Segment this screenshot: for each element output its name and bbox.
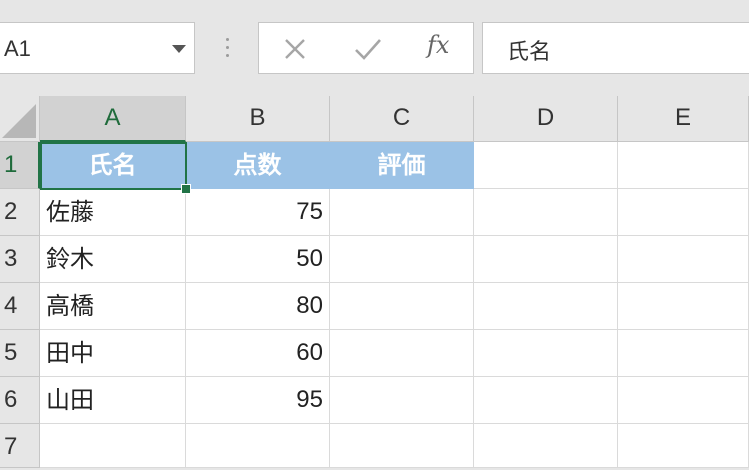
chevron-down-icon[interactable] [172, 45, 186, 53]
cell-a4[interactable]: 高橋 [40, 283, 186, 330]
row-header-6[interactable]: 6 [0, 377, 40, 424]
cancel-icon[interactable] [281, 35, 309, 63]
cell-a5[interactable]: 田中 [40, 330, 186, 377]
cell-c3[interactable] [330, 236, 474, 283]
column-header-c[interactable]: C [330, 96, 474, 142]
row-header-7[interactable]: 7 [0, 424, 40, 468]
enter-check-icon[interactable] [353, 35, 383, 63]
row-header-5[interactable]: 5 [0, 330, 40, 377]
cell-b1[interactable]: 点数 [186, 142, 330, 189]
formula-value: 氏名 [507, 40, 552, 65]
formula-toolbar: A1 fx 氏名 [0, 0, 749, 96]
select-all-triangle-icon [2, 104, 36, 138]
cell-d6[interactable] [474, 377, 618, 424]
cell-c5[interactable] [330, 330, 474, 377]
cell-a3[interactable]: 鈴木 [40, 236, 186, 283]
select-all-button[interactable] [0, 96, 40, 142]
cell-e4[interactable] [618, 283, 749, 330]
row-header-2[interactable]: 2 [0, 189, 40, 236]
name-box-value: A1 [4, 36, 31, 61]
cell-d1[interactable] [474, 142, 618, 189]
cell-d5[interactable] [474, 330, 618, 377]
column-header-e[interactable]: E [618, 96, 749, 142]
cell-b7[interactable] [186, 424, 330, 468]
cell-b3[interactable]: 50 [186, 236, 330, 283]
fill-handle[interactable] [181, 184, 191, 194]
name-box[interactable]: A1 [0, 22, 195, 74]
cell-c1[interactable]: 評価 [330, 142, 474, 189]
row-header-3[interactable]: 3 [0, 236, 40, 283]
cell-d7[interactable] [474, 424, 618, 468]
cell-a2[interactable]: 佐藤 [40, 189, 186, 236]
cell-a1[interactable]: 氏名 [40, 142, 186, 189]
column-header-a[interactable]: A [40, 96, 186, 142]
cell-d4[interactable] [474, 283, 618, 330]
cell-a6[interactable]: 山田 [40, 377, 186, 424]
cell-b6[interactable]: 95 [186, 377, 330, 424]
row-header-1[interactable]: 1 [0, 142, 40, 189]
cell-c6[interactable] [330, 377, 474, 424]
cell-c7[interactable] [330, 424, 474, 468]
cell-b4[interactable]: 80 [186, 283, 330, 330]
cell-e2[interactable] [618, 189, 749, 236]
grip-icon[interactable] [226, 38, 230, 58]
cell-c4[interactable] [330, 283, 474, 330]
fx-icon[interactable]: fx [427, 31, 449, 59]
cell-e7[interactable] [618, 424, 749, 468]
spreadsheet-grid: A B C D E 1 2 3 4 5 6 7 氏名 点数 評価 佐藤 75 鈴… [0, 96, 749, 468]
column-header-d[interactable]: D [474, 96, 618, 142]
column-header-b[interactable]: B [186, 96, 330, 142]
cell-e5[interactable] [618, 330, 749, 377]
formula-input[interactable]: 氏名 [482, 22, 749, 74]
cell-e3[interactable] [618, 236, 749, 283]
cell-b2[interactable]: 75 [186, 189, 330, 236]
cell-d2[interactable] [474, 189, 618, 236]
formula-actions: fx [258, 22, 474, 74]
cell-a7[interactable] [40, 424, 186, 468]
cell-e1[interactable] [618, 142, 749, 189]
cell-e6[interactable] [618, 377, 749, 424]
cell-b5[interactable]: 60 [186, 330, 330, 377]
cell-c2[interactable] [330, 189, 474, 236]
row-header-4[interactable]: 4 [0, 283, 40, 330]
cell-d3[interactable] [474, 236, 618, 283]
